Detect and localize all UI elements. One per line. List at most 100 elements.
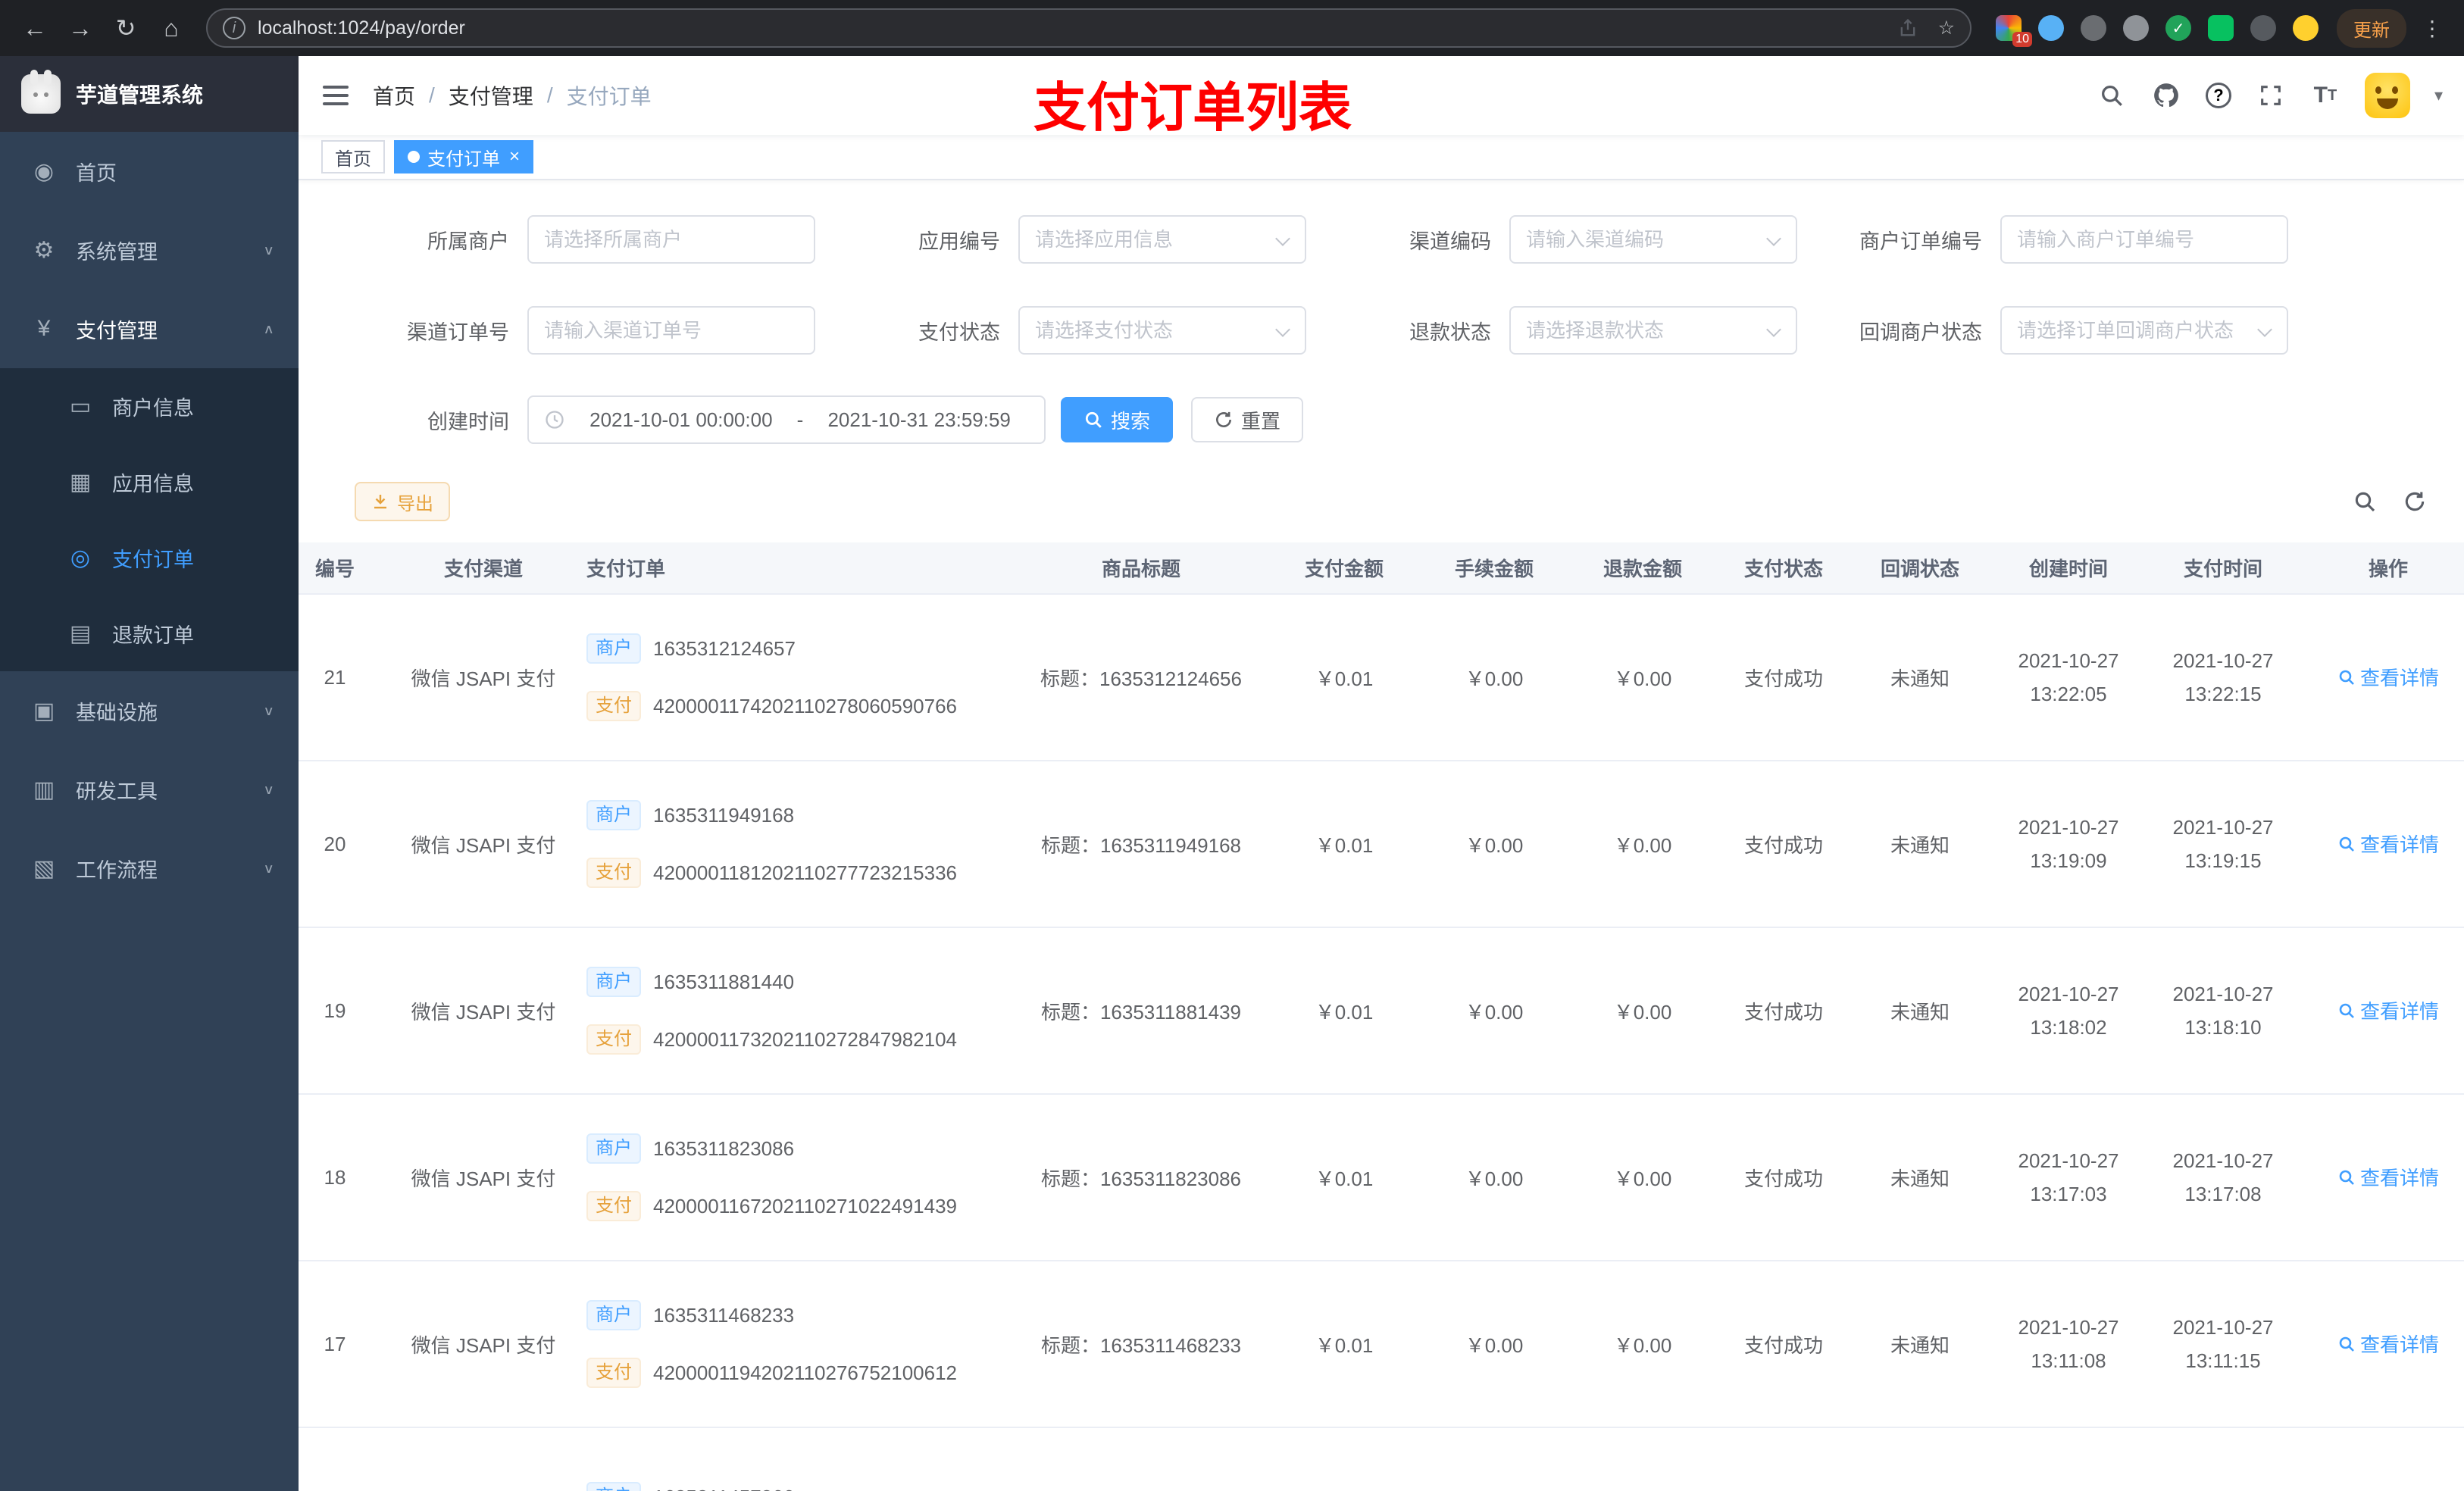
browser-menu-icon[interactable]: ⋮ [2412, 16, 2452, 41]
merchant-order-no: 1635312124657 [653, 636, 796, 660]
bookmark-star-icon[interactable]: ☆ [1938, 17, 1955, 39]
reset-button[interactable]: 重置 [1191, 397, 1304, 442]
view-detail-link[interactable]: 查看详情 [2337, 1163, 2439, 1191]
col-refund: 退款金额 [1568, 542, 1717, 595]
github-icon[interactable] [2151, 80, 2181, 111]
view-detail-link[interactable]: 查看详情 [2337, 996, 2439, 1024]
merchant-input[interactable] [544, 227, 774, 252]
cell-order: 商户 1635311468233 支付 4200001194202110276752… [574, 1261, 1014, 1428]
refund-status-select[interactable] [1509, 306, 1797, 355]
sidebar-item-home[interactable]: ◉ 首页 [0, 132, 299, 211]
extension-icon[interactable] [2250, 15, 2276, 41]
chrome-update-button[interactable]: 更新 [2337, 8, 2406, 48]
refresh-table-icon[interactable] [2402, 489, 2428, 514]
sidebar-item-app-info[interactable]: ▦ 应用信息 [0, 444, 299, 520]
breadcrumb-home[interactable]: 首页 [373, 80, 415, 111]
fullscreen-icon[interactable] [2256, 80, 2286, 111]
cell-fee: ￥0.00 [1420, 761, 1568, 928]
range-start[interactable]: 2021-10-01 00:00:00 [571, 408, 791, 432]
cell-id: 20 [299, 761, 392, 928]
merchant-order-no-field[interactable] [2000, 215, 2288, 264]
url-text[interactable]: localhost:1024/pay/order [258, 17, 1881, 39]
site-info-icon[interactable]: i [223, 17, 245, 39]
tab-pay-order[interactable]: 支付订单 × [394, 140, 534, 173]
export-button[interactable]: 导出 [355, 482, 450, 521]
sidebar-item-pay-order[interactable]: ◎ 支付订单 [0, 520, 299, 595]
merchant-order-no: 1635311823086 [653, 1136, 795, 1160]
back-icon[interactable]: ← [12, 5, 58, 51]
col-actions: 操作 [2299, 542, 2464, 595]
channel-code-input[interactable] [1526, 227, 1756, 252]
hamburger-icon[interactable] [299, 86, 373, 105]
extension-icon[interactable] [2123, 15, 2149, 41]
share-icon[interactable] [1893, 13, 1923, 43]
sidebar-item-infra[interactable]: ▣ 基础设施 ∨ [0, 671, 299, 750]
sidebar-item-system[interactable]: ⚙ 系统管理 ∨ [0, 211, 299, 289]
search-icon [2339, 1336, 2354, 1352]
create-time-range-picker[interactable]: 2021-10-01 00:00:00 - 2021-10-31 23:59:5… [527, 395, 1046, 444]
forward-icon[interactable]: → [58, 5, 103, 51]
download-icon [374, 495, 386, 509]
cell-pay-status: 支付成功 [1717, 1094, 1850, 1261]
app-input[interactable] [1035, 227, 1265, 252]
tab-home[interactable]: 首页 [321, 140, 385, 173]
screen: ← → ↻ ⌂ i localhost:1024/pay/order ☆ 10 … [0, 0, 2464, 1491]
sidebar-item-dev-tools[interactable]: ▥ 研发工具 ∨ [0, 750, 299, 829]
view-detail-link[interactable]: 查看详情 [2337, 830, 2439, 858]
gear-icon: ⚙ [33, 237, 55, 263]
breadcrumb-current: 支付订单 [566, 85, 652, 108]
home-icon[interactable]: ⌂ [149, 5, 194, 51]
cell-actions: 查看详情 [2299, 1261, 2464, 1428]
extension-icon[interactable] [2038, 15, 2064, 41]
close-icon[interactable]: × [509, 148, 520, 166]
font-size-icon[interactable]: TT [2310, 80, 2340, 111]
extension-icon[interactable]: 10 [1996, 15, 2032, 47]
breadcrumb-section[interactable]: 支付管理 [449, 80, 533, 111]
range-end[interactable]: 2021-10-31 23:59:59 [809, 408, 1029, 432]
col-amount: 支付金额 [1268, 542, 1420, 595]
notify-status-input[interactable] [2017, 318, 2247, 342]
app-select[interactable] [1018, 215, 1306, 264]
avatar-caret-icon[interactable]: ▾ [2434, 86, 2443, 105]
notify-status-select[interactable] [2000, 306, 2288, 355]
user-avatar[interactable] [2364, 73, 2410, 118]
channel-order-no-input[interactable] [544, 318, 774, 342]
search-button[interactable]: 搜索 [1061, 397, 1174, 442]
channel-order-no-field[interactable] [527, 306, 815, 355]
merchant-order-no: 1635311468233 [653, 1303, 795, 1327]
col-pay-status: 支付状态 [1717, 542, 1850, 595]
view-detail-link[interactable]: 查看详情 [2337, 663, 2439, 691]
sidebar-item-payment[interactable]: ¥ 支付管理 ∧ [0, 289, 299, 368]
app-logo[interactable]: 芋道管理系统 [0, 56, 299, 132]
extension-icon[interactable]: ✓ [2165, 15, 2191, 41]
cell-pay-time: 2021-10-27 13:11:15 [2147, 1261, 2299, 1428]
pay-status-select[interactable] [1018, 306, 1306, 355]
sidebar-item-workflow[interactable]: ▧ 工作流程 ∨ [0, 829, 299, 908]
pay-order-no: 4200001167202110271022491439 [653, 1194, 958, 1217]
profile-avatar-icon[interactable] [2293, 15, 2319, 41]
extension-icon[interactable] [2208, 15, 2234, 41]
help-icon[interactable]: ? [2205, 83, 2231, 108]
search-icon [2339, 836, 2354, 852]
cell-pay-status: 支付成功 [1717, 927, 1850, 1095]
toggle-search-icon[interactable] [2352, 489, 2378, 514]
cell-title: 标题：1635312124656 [1014, 594, 1268, 761]
cell-refund [1568, 1427, 1717, 1491]
merchant-order-no-input[interactable] [2017, 227, 2247, 252]
merchant-select[interactable] [527, 215, 815, 264]
sidebar-item-merchant-info[interactable]: ▭ 商户信息 [0, 368, 299, 444]
address-bar[interactable]: i localhost:1024/pay/order ☆ [206, 8, 1972, 48]
reload-icon[interactable]: ↻ [103, 5, 149, 51]
extension-icon[interactable] [2081, 15, 2106, 41]
search-icon[interactable] [2097, 80, 2127, 111]
sidebar-item-refund-order[interactable]: ▤ 退款订单 [0, 595, 299, 671]
view-detail-link[interactable]: 查看详情 [2337, 1330, 2439, 1358]
page-title-annotation: 支付订单列表 [1033, 78, 1352, 137]
cell-order: 商户 1635312124657 支付 4200001174202110278060… [574, 594, 1014, 761]
channel-code-select[interactable] [1509, 215, 1797, 264]
chevron-down-icon [2257, 322, 2272, 337]
pay-tag: 支付 [586, 1358, 641, 1388]
refund-status-input[interactable] [1526, 318, 1756, 342]
cell-id: 21 [299, 594, 392, 761]
pay-status-input[interactable] [1035, 318, 1265, 342]
